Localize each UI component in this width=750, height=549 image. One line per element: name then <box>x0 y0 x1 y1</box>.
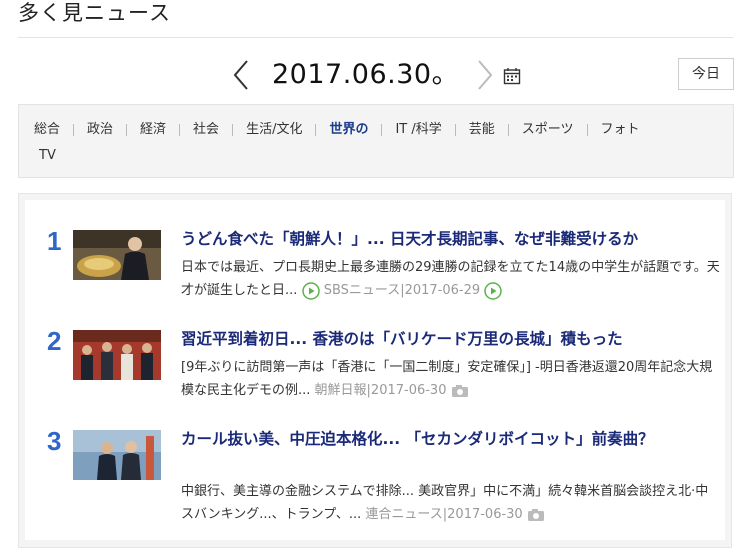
prev-date-button[interactable] <box>231 58 251 92</box>
rank-number: 1 <box>47 226 62 256</box>
news-thumbnail[interactable] <box>73 230 161 280</box>
category-separator <box>315 123 317 136</box>
news-source: 連合ニュース|2017-06-30 <box>365 507 523 522</box>
category-separator <box>586 123 588 136</box>
play-icon[interactable] <box>301 281 320 300</box>
news-summary: 日本では最近、プロ長期史上最多連勝の29連勝の記録を立てた14歳の中学生が話題で… <box>181 256 721 302</box>
category-tab[interactable]: フォト <box>596 119 645 141</box>
category-separator <box>454 123 456 136</box>
next-date-button[interactable] <box>475 58 495 92</box>
news-headline[interactable]: 習近平到着初日... 香港のは「バリケード万里の長城」積もった <box>181 326 716 352</box>
news-list: 1 うどん食べた「朝鮮人！」... 日天才長期記事、なぜ非難受けるか 日本では最… <box>25 200 725 540</box>
summary-text: [9年ぶりに訪問第一声は「香港に「一国二制度」安定確保」] -明日香港返還20周… <box>181 360 713 398</box>
category-list: 総合 政治 経済 社会 生活/文化 世界の IT /科学 芸能 スポーツ フォト <box>29 119 729 141</box>
today-button[interactable]: 今日 <box>678 58 734 90</box>
category-separator <box>507 123 509 136</box>
chevron-right-icon <box>478 60 493 90</box>
news-headline[interactable]: うどん食べた「朝鮮人！」... 日天才長期記事、なぜ非難受けるか <box>181 226 716 252</box>
category-bar: 総合 政治 経済 社会 生活/文化 世界の IT /科学 芸能 スポーツ フォト TV <box>18 104 734 178</box>
calendar-icon <box>503 68 521 85</box>
rank-number: 3 <box>47 426 62 456</box>
chevron-left-icon <box>233 60 248 90</box>
category-tab[interactable]: IT /科学 <box>390 119 446 141</box>
news-source: SBSニュース|2017-06-29 <box>323 283 481 298</box>
category-tab[interactable]: 経済 <box>135 119 171 141</box>
page-title: 多く見ニュース <box>18 1 171 25</box>
date-navigation: 2017.06.30。 <box>0 55 750 95</box>
news-summary: [9年ぶりに訪問第一声は「香港に「一国二制度」安定確保」] -明日香港返還20周… <box>181 356 721 402</box>
category-tab[interactable]: 総合 <box>29 119 65 141</box>
category-tab[interactable]: 社会 <box>188 119 224 141</box>
play-icon[interactable] <box>484 281 503 300</box>
category-separator <box>232 123 234 136</box>
category-separator <box>381 123 383 136</box>
news-source: 朝鮮日報|2017-06-30 <box>314 383 447 398</box>
category-tab[interactable]: スポーツ <box>517 119 579 141</box>
rank-number: 2 <box>47 326 62 356</box>
calendar-button[interactable] <box>503 67 521 85</box>
category-tab[interactable]: 生活/文化 <box>241 119 307 141</box>
news-headline[interactable]: カール抜い美、中圧迫本格化... 「セカンダリボイコット」前奏曲？ <box>181 426 716 452</box>
current-date: 2017.06.30。 <box>272 59 460 90</box>
camera-icon[interactable] <box>527 508 545 522</box>
news-panel: 1 うどん食べた「朝鮮人！」... 日天才長期記事、なぜ非難受けるか 日本では最… <box>18 193 732 548</box>
news-thumbnail[interactable] <box>73 430 161 480</box>
category-tab[interactable]: 政治 <box>82 119 118 141</box>
category-separator <box>73 123 75 136</box>
title-divider <box>18 37 733 38</box>
category-tab-tv[interactable]: TV <box>34 145 61 167</box>
category-separator <box>179 123 181 136</box>
news-summary: 中銀行、美主導の金融システムで排除... 美政官界」中に不満」続々韓米首脳会談控… <box>181 480 721 526</box>
category-tab[interactable]: 芸能 <box>464 119 500 141</box>
camera-icon[interactable] <box>451 384 469 398</box>
news-thumbnail[interactable] <box>73 330 161 380</box>
category-separator <box>126 123 128 136</box>
category-tab[interactable]: 世界の <box>324 119 373 141</box>
